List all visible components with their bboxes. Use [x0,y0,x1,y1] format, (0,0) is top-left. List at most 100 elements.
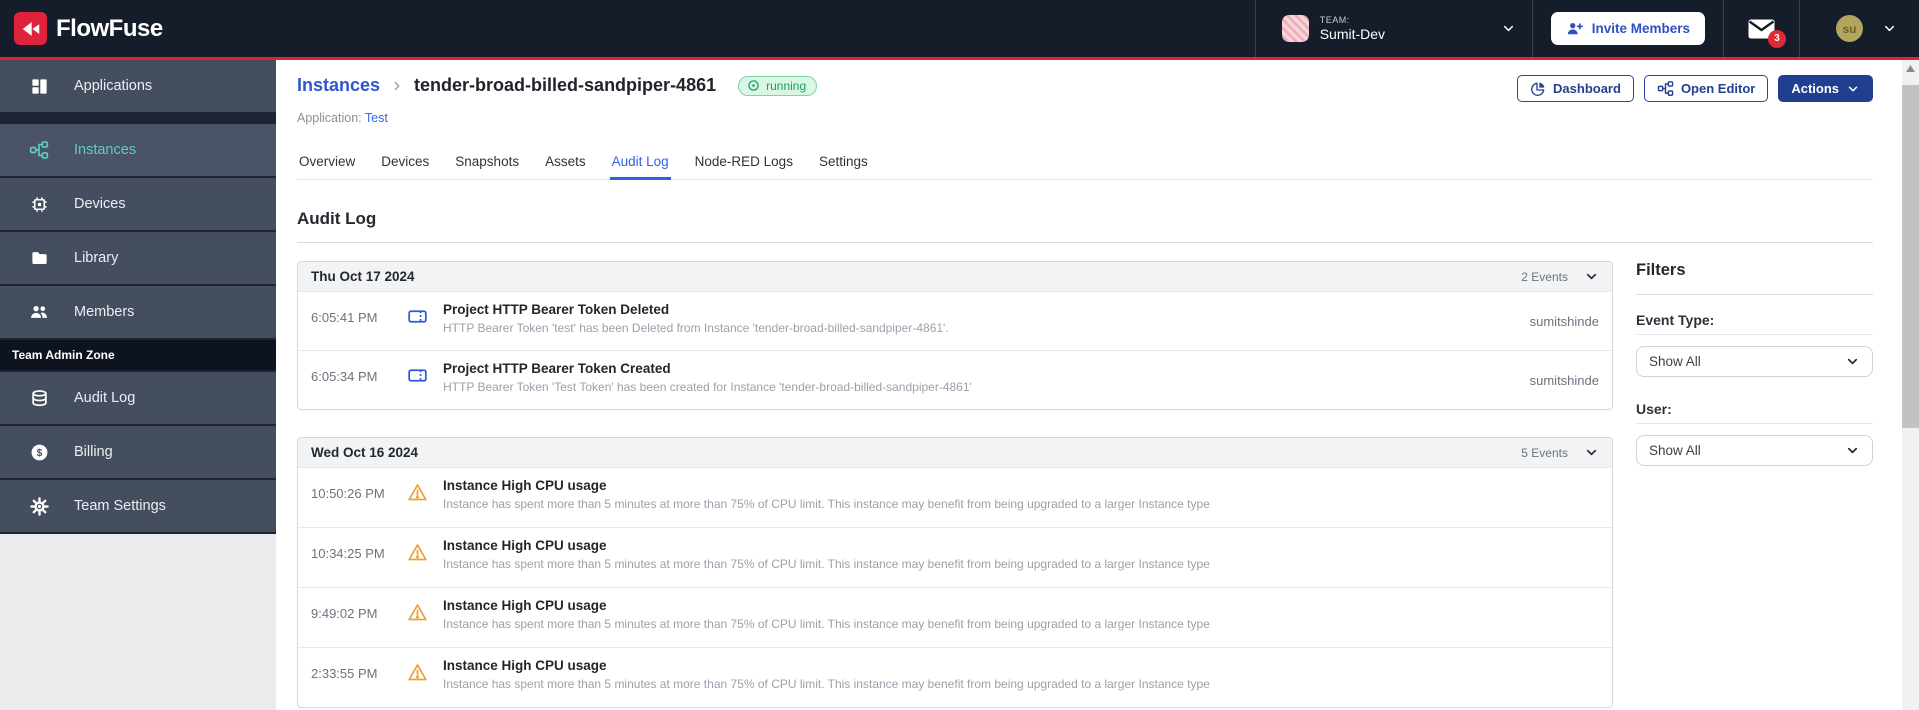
audit-event-row: 9:49:02 PM Instance High CPU usage Insta… [298,587,1612,647]
application-line: Application: Test [297,111,1873,125]
sidebar-item-label: Audit Log [74,390,136,406]
open-editor-button[interactable]: Open Editor [1643,75,1769,102]
sidebar-item-label: Members [74,304,135,320]
invite-members-button[interactable]: Invite Members [1550,12,1705,45]
sidebar-item-instances[interactable]: Instances [0,124,276,176]
sidebar-item-label: Library [74,250,119,266]
event-title: Instance High CPU usage [443,538,607,553]
event-count: 2 Events [1521,269,1568,284]
event-user: sumitshinde [1529,373,1599,388]
event-type-select[interactable]: Show All [1636,346,1873,377]
event-description: Instance has spent more than 5 minutes a… [443,557,1210,571]
sidebar-item-library[interactable]: Library [0,232,276,284]
chevron-down-icon [1845,443,1860,458]
sidebar-item-label: Devices [74,196,126,212]
token-event-icon [407,361,429,386]
audit-date-group: Thu Oct 17 2024 2 Events 6:05:41 PM Proj… [297,261,1613,410]
user-avatar: su [1836,15,1863,42]
event-time: 6:05:41 PM [311,310,378,325]
event-type-value: Show All [1649,354,1701,369]
vertical-scrollbar[interactable] [1902,60,1919,710]
invite-members-label: Invite Members [1591,21,1690,36]
tab-overview[interactable]: Overview [297,148,357,180]
folder-icon [28,249,50,268]
chevron-down-icon [1501,21,1516,36]
node-editor-icon [1657,80,1674,97]
user-menu[interactable]: su [1800,15,1907,42]
breadcrumb-instances-link[interactable]: Instances [297,75,380,96]
event-description: HTTP Bearer Token 'test' has been Delete… [443,321,949,335]
sidebar-item-members[interactable]: Members [0,286,276,338]
event-description: Instance has spent more than 5 minutes a… [443,677,1210,691]
chevron-down-icon [1882,21,1897,36]
sidebar-item-billing[interactable]: $ Billing [0,426,276,478]
date-group-label: Thu Oct 17 2024 [311,269,415,284]
tab-node-red-logs[interactable]: Node-RED Logs [693,148,795,180]
mail-icon: 3 [1748,19,1786,48]
tab-snapshots[interactable]: Snapshots [453,148,521,180]
tab-assets[interactable]: Assets [543,148,588,180]
sidebar-item-label: Instances [74,142,137,158]
application-label: Application: [297,111,362,125]
sidebar-item-devices[interactable]: Devices [0,178,276,230]
sidebar-filler [0,534,276,710]
token-event-icon [407,302,429,327]
date-group-label: Wed Oct 16 2024 [311,445,419,460]
user-select[interactable]: Show All [1636,435,1873,466]
notification-count-badge: 3 [1768,29,1786,48]
scroll-up-icon[interactable] [1902,60,1919,76]
application-link[interactable]: Test [365,111,388,125]
event-count: 5 Events [1521,445,1568,460]
main-content: Instances tender-broad-billed-sandpiper-… [276,60,1919,710]
svg-text:$: $ [36,448,42,459]
team-selector[interactable]: TEAM: Sumit-Dev [1256,0,1532,57]
tab-devices[interactable]: Devices [379,148,431,180]
sidebar-item-team-settings[interactable]: Team Settings [0,480,276,532]
sidebar-item-label: Applications [74,78,153,94]
event-time: 10:50:26 PM [311,486,385,501]
top-navbar: FlowFuse TEAM: Sumit-Dev Invite Members … [0,0,1919,60]
chevron-down-icon[interactable] [1584,445,1599,460]
open-editor-button-label: Open Editor [1680,81,1756,96]
actions-button[interactable]: Actions [1778,75,1873,102]
filters-divider [1636,294,1873,295]
tab-settings[interactable]: Settings [817,148,870,180]
instance-tabs: Overview Devices Snapshots Assets Audit … [297,148,1873,180]
event-title: Instance High CPU usage [443,478,607,493]
breadcrumb: Instances tender-broad-billed-sandpiper-… [297,75,818,96]
user-filter-value: Show All [1649,443,1701,458]
actions-button-label: Actions [1791,81,1839,96]
scrollbar-thumb[interactable] [1902,85,1919,428]
event-time: 9:49:02 PM [311,606,378,621]
audit-event-row: 6:05:41 PM Project HTTP Bearer Token Del… [298,291,1612,350]
event-time: 6:05:34 PM [311,369,378,384]
warning-icon [407,478,429,503]
event-title: Instance High CPU usage [443,658,607,673]
dashboard-button[interactable]: Dashboard [1517,75,1634,102]
warning-icon [407,658,429,683]
dollar-circle-icon: $ [28,443,50,462]
date-group-header[interactable]: Thu Oct 17 2024 2 Events [298,262,1612,291]
tab-audit-log[interactable]: Audit Log [609,148,671,180]
chip-icon [28,195,50,214]
audit-date-group: Wed Oct 16 2024 5 Events 10:50:26 PM Ins… [297,437,1613,708]
applications-icon [28,77,50,96]
chevron-down-icon [1845,354,1860,369]
chevron-down-icon[interactable] [1584,269,1599,284]
sidebar-item-applications[interactable]: Applications [0,60,276,112]
event-description: Instance has spent more than 5 minutes a… [443,617,1210,631]
sidebar-item-audit-log[interactable]: Audit Log [0,372,276,424]
team-name: Sumit-Dev [1319,25,1386,42]
section-title: Audit Log [297,209,377,228]
running-status-icon [748,80,759,91]
warning-icon [407,538,429,563]
event-description: HTTP Bearer Token 'Test Token' has been … [443,380,972,394]
user-plus-icon [1566,20,1584,38]
audit-event-row: 10:50:26 PM Instance High CPU usage Inst… [298,467,1612,527]
notifications-button[interactable]: 3 [1724,0,1799,57]
sidebar-item-label: Team Settings [74,498,166,514]
brand[interactable]: FlowFuse [14,12,163,45]
date-group-header[interactable]: Wed Oct 16 2024 5 Events [298,438,1612,467]
event-type-label: Event Type: [1636,312,1873,335]
audit-event-row: 2:33:55 PM Instance High CPU usage Insta… [298,647,1612,707]
